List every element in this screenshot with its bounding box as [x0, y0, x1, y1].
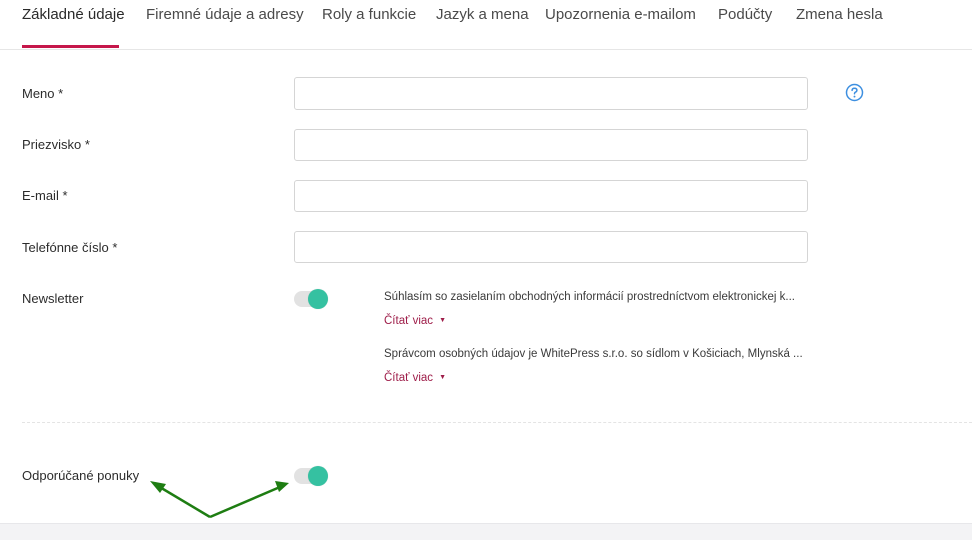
email-label: E-mail * [22, 188, 68, 203]
consent-data-controller-text: Správcom osobných údajov je WhitePress s… [384, 348, 803, 360]
tab-subaccounts[interactable]: Podúčty [718, 6, 772, 23]
phone-label: Telefónne číslo * [22, 240, 118, 255]
last-name-label: Priezvisko * [22, 137, 90, 152]
recommended-offers-label: Odporúčané ponuky [22, 468, 140, 483]
consent-commercial-text: Súhlasím so zasielaním obchodných inform… [384, 291, 795, 303]
active-tab-indicator [22, 45, 119, 48]
phone-input[interactable] [294, 231, 808, 263]
toggle-knob [308, 289, 328, 309]
toggle-knob [308, 466, 328, 486]
tab-change-password[interactable]: Zmena hesla [796, 6, 883, 23]
tab-bar: Základné údaje Firemné údaje a adresy Ro… [0, 0, 972, 50]
read-more-label: Čítať viac [384, 372, 434, 384]
email-input[interactable] [294, 180, 808, 212]
tab-company-details[interactable]: Firemné údaje a adresy [146, 6, 304, 23]
recommended-offers-toggle[interactable] [294, 466, 328, 486]
tab-language-currency[interactable]: Jazyk a mena [436, 6, 529, 23]
last-name-input[interactable] [294, 129, 808, 161]
question-circle-icon[interactable] [845, 83, 864, 102]
first-name-label: Meno * [22, 86, 64, 101]
read-more-label: Čítať viac [384, 315, 434, 327]
caret-down-icon: ▼ [439, 317, 446, 324]
first-name-input[interactable] [294, 77, 808, 110]
read-more-link-controller[interactable]: Čítať viac ▼ [384, 372, 446, 384]
tab-basic-info[interactable]: Základné údaje [22, 6, 125, 23]
section-divider [22, 422, 972, 423]
tab-roles[interactable]: Roly a funkcie [322, 6, 416, 23]
newsletter-toggle[interactable] [294, 289, 328, 309]
newsletter-label: Newsletter [22, 291, 84, 306]
footer-strip [0, 523, 972, 540]
caret-down-icon: ▼ [439, 374, 446, 381]
tab-email-notifications[interactable]: Upozornenia e-mailom [545, 6, 696, 23]
read-more-link-commercial[interactable]: Čítať viac ▼ [384, 315, 446, 327]
